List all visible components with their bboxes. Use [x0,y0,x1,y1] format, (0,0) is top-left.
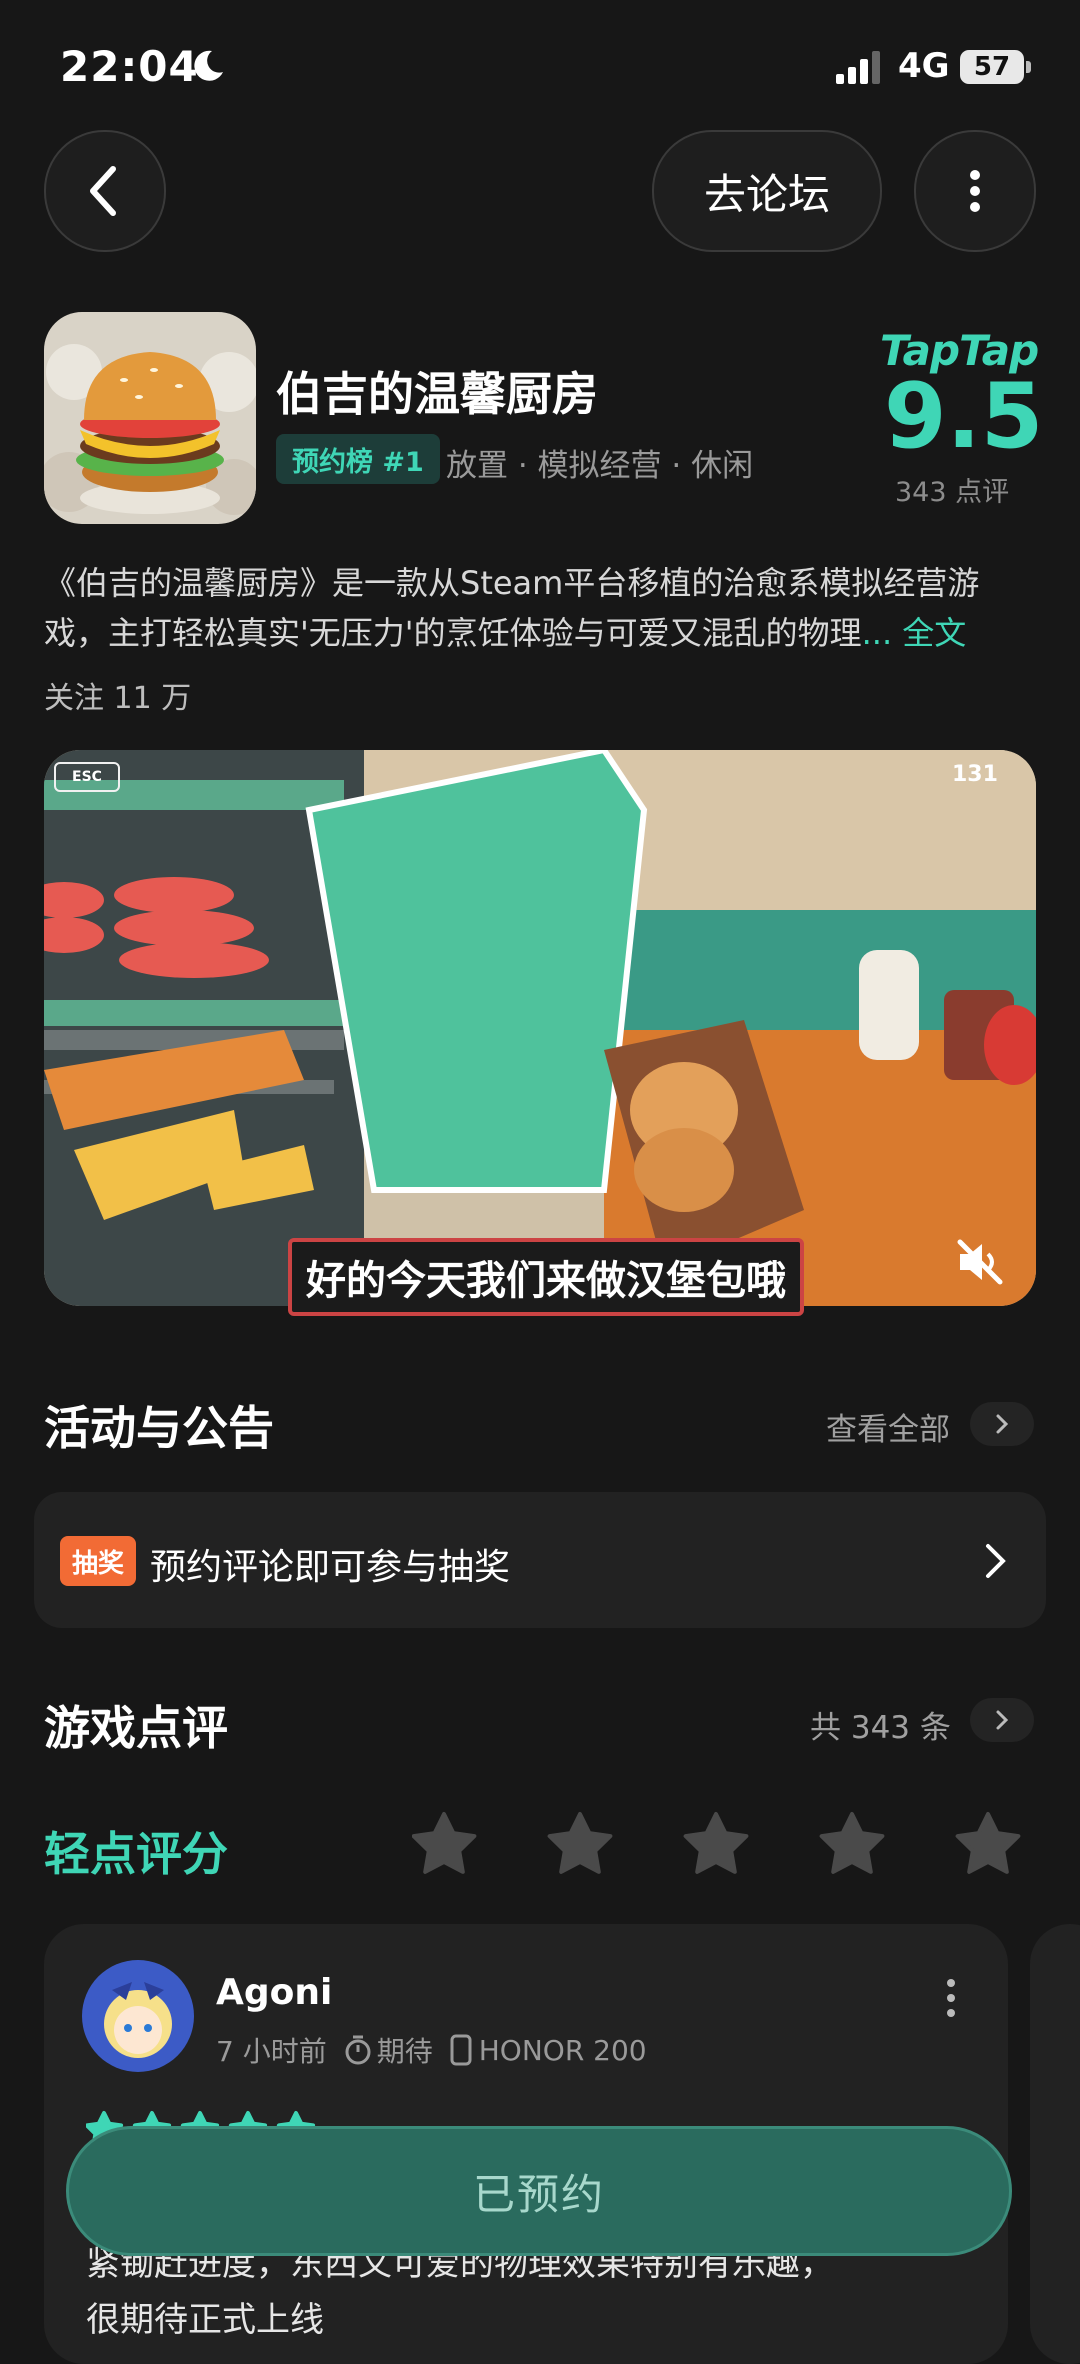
trailer-video[interactable] [44,750,1036,1306]
follow-count: 关注 11 万 [44,681,192,716]
moon-icon [194,50,223,81]
mute-icon[interactable] [954,1236,1006,1288]
burger-icon [44,312,256,524]
rank-badge[interactable]: 预约榜 #1 [276,434,440,484]
activities-title: 活动与公告 [44,1401,274,1455]
game-score: 9.5 [884,364,1044,469]
activity-text[interactable]: 预约评论即可参与抽奖 [150,1538,510,1590]
video-subtitle: 好的今天我们来做汉堡包哦 [288,1238,804,1316]
status-time: 22:04 [60,42,199,91]
rating-stars[interactable] [411,1810,1032,1882]
timer-icon [345,2035,371,2065]
game-title: 伯吉的温馨厨房 [276,367,598,421]
user-avatar-image [82,1960,194,2072]
battery-tip [1026,61,1031,73]
reviews-arrow-button[interactable] [970,1698,1034,1742]
esc-badge: ESC [54,762,120,792]
next-review-card[interactable] [1030,1924,1080,2364]
star-icon-4[interactable] [819,1812,885,1874]
signal-icon [836,51,880,84]
chevron-left-icon [90,166,116,216]
reserved-button[interactable]: 已预约 [66,2126,1012,2256]
review-meta: 7 小时前 期待 HONOR 200 [216,2030,647,2070]
review-text-line-2: 很期待正式上线 [86,2300,324,2340]
game-tags: 放置 · 模拟经营 · 休闲 [446,448,754,484]
see-all-arrow-button[interactable] [970,1402,1034,1446]
more-vertical-icon [970,170,980,212]
avatar[interactable] [82,1960,194,2072]
coin-count: 131 [952,762,998,787]
game-icon [44,312,256,524]
back-button[interactable] [44,130,166,252]
more-vertical-icon[interactable] [944,1978,958,2018]
lottery-badge: 抽奖 [60,1536,137,1586]
star-icon-3[interactable] [683,1812,749,1874]
chevron-right-icon [996,1710,1009,1730]
review-status: 期待 [376,2035,433,2068]
tap-rate-label: 轻点评分 [44,1827,228,1881]
star-icon-5[interactable] [955,1812,1021,1874]
network-type: 4G [898,46,950,86]
rating-count: 343 点评 [895,477,1010,508]
star-icon-1[interactable] [411,1812,477,1874]
review-username[interactable]: Agoni [216,1972,332,2013]
forum-button[interactable]: 去论坛 [652,130,882,252]
review-time: 7 小时前 [216,2035,327,2068]
video-frame [44,750,1036,1306]
game-description: 《伯吉的温馨厨房》是一款从Steam平台移植的治愈系模拟经营游戏，主打轻松真实'… [44,558,1036,658]
chevron-right-icon [986,1544,1006,1578]
phone-icon [450,2034,472,2066]
battery-indicator: 57 [960,50,1024,84]
see-all-link[interactable]: 查看全部 [826,1404,950,1449]
more-options-button[interactable] [914,130,1036,252]
chevron-right-icon [996,1414,1009,1434]
read-more-link[interactable]: ... 全文 [862,614,967,652]
description-text: 《伯吉的温馨厨房》是一款从Steam平台移植的治愈系模拟经营游戏，主打轻松真实'… [44,564,980,652]
reviews-title: 游戏点评 [44,1701,228,1755]
review-total[interactable]: 共 343 条 [810,1702,951,1747]
review-device: HONOR 200 [478,2033,647,2067]
star-icon-2[interactable] [547,1812,613,1874]
